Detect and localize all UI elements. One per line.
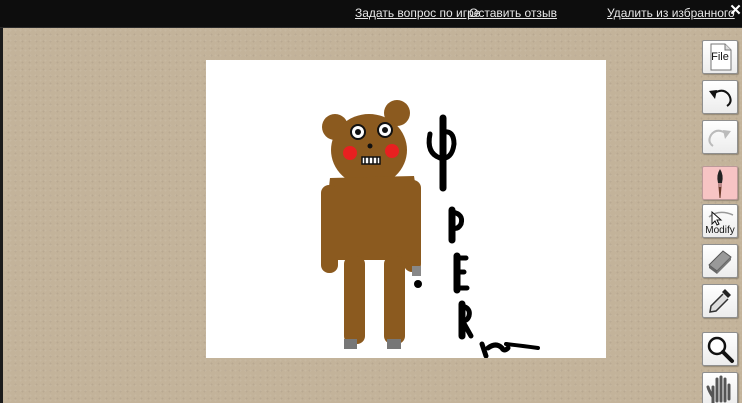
file-button[interactable]: File	[702, 40, 738, 74]
top-bar: Задать вопрос по игре Оставить отзыв Уда…	[0, 0, 742, 28]
eraser-tool-button[interactable]	[702, 244, 738, 278]
modify-tool-button[interactable]: Modify	[702, 204, 738, 238]
eyedropper-tool-button[interactable]	[702, 284, 738, 318]
hand-icon	[706, 375, 731, 403]
redo-button[interactable]	[702, 120, 738, 154]
ask-question-link[interactable]: Задать вопрос по игре	[355, 6, 480, 20]
undo-arrow-icon	[709, 89, 732, 107]
eraser-icon	[708, 250, 732, 274]
hand-tool-button[interactable]	[702, 372, 738, 403]
undo-button[interactable]	[702, 80, 738, 114]
brush-tool-button[interactable]	[702, 166, 738, 200]
close-icon[interactable]: ✕	[729, 3, 742, 19]
drawing-canvas[interactable]	[206, 60, 606, 358]
modify-label: Modify	[705, 225, 735, 236]
eyedropper-icon	[709, 289, 731, 313]
bear-drawing	[321, 100, 421, 349]
redo-arrow-icon	[708, 129, 731, 147]
magnifier-icon	[707, 336, 734, 363]
handwritten-strokes	[414, 114, 540, 358]
leave-review-link[interactable]: Оставить отзыв	[469, 6, 557, 20]
remove-favorite-link[interactable]: Удалить из избранного	[607, 6, 735, 20]
zoom-tool-button[interactable]	[702, 332, 738, 366]
brush-icon	[717, 169, 723, 198]
file-label: File	[711, 51, 729, 63]
canvas-drawing	[321, 100, 540, 358]
workspace: File Modify	[0, 28, 742, 403]
